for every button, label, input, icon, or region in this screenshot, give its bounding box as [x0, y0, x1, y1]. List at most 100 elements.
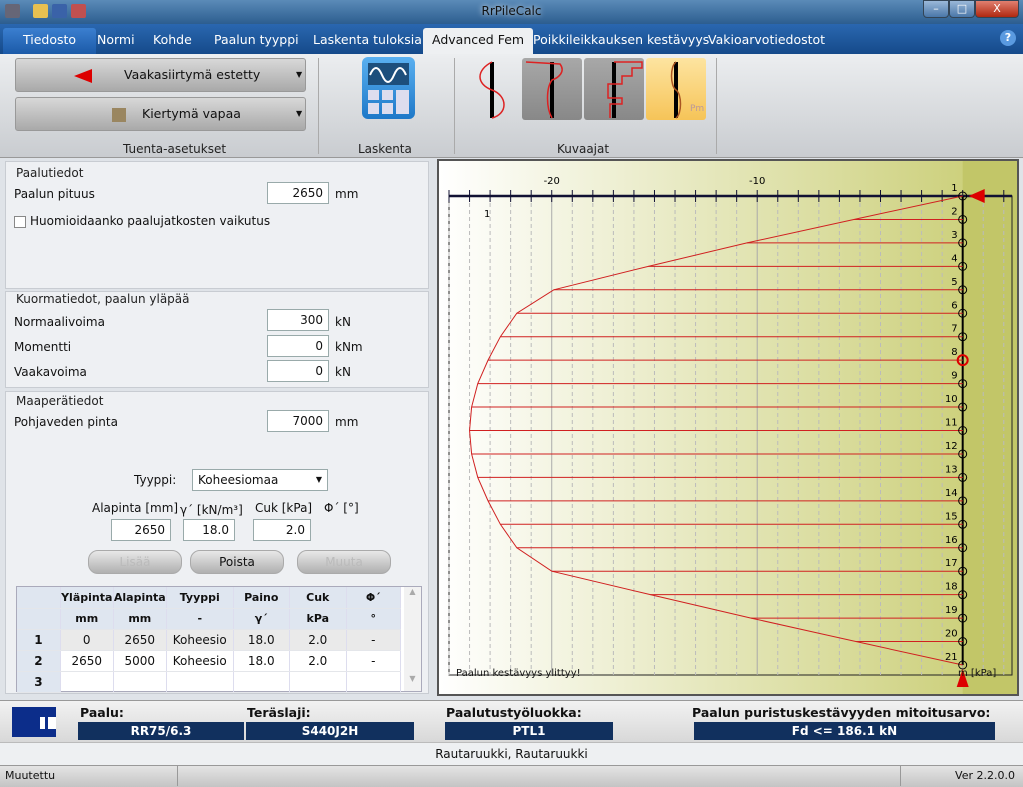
joint-checkbox[interactable] — [14, 216, 26, 228]
graph-shear-button[interactable] — [584, 58, 644, 120]
remove-layer-button[interactable]: Poista — [190, 550, 284, 574]
table-cell — [166, 671, 234, 693]
group-label-laskenta: Laskenta — [358, 142, 412, 156]
divider — [318, 58, 319, 154]
table-cell: 3 — [17, 671, 61, 693]
moment-input[interactable]: 0 — [267, 335, 329, 357]
steel-value: S440J2H — [246, 722, 414, 740]
loads-group: Kuormatiedot, paalun yläpää Normaalivoim… — [5, 291, 429, 388]
soil-pressure-chart: -20 -101123456789101112131415161718192021 — [439, 161, 1017, 694]
table-cell: - — [346, 629, 401, 651]
unit-label: mm — [335, 187, 359, 201]
add-layer-button[interactable]: Lisää — [88, 550, 182, 574]
class-label: Paalutustyöluokka: — [446, 705, 582, 720]
soil-layers-table: Yläpinta Alapinta Tyyppi Paino Cuk Φ´ mm mm - γ´ k… — [16, 586, 422, 693]
tab-vakioarvotiedostot[interactable]: Vakioarvotiedostot — [699, 28, 834, 54]
pile-value: RR75/6.3 — [78, 722, 244, 740]
capacity-label: Paalun puristuskestävyyden mitoitusarvo: — [692, 705, 991, 720]
chevron-down-icon: ▼ — [315, 475, 322, 484]
table-cell: 2650 — [113, 629, 167, 651]
unit-label: kNm — [335, 340, 363, 354]
moment-graph-icon — [525, 61, 563, 119]
status-text: Muutettu — [5, 769, 56, 782]
table-scrollbar[interactable]: ▲ ▼ — [404, 587, 421, 691]
table-cell — [60, 671, 114, 693]
title-bar: RrPileCalc – □ X — [0, 0, 1023, 24]
node-label: 1 — [951, 183, 957, 194]
normal-force-input[interactable]: 300 — [267, 309, 329, 331]
table-cell: 2 — [17, 650, 61, 672]
moment-label: Momentti — [14, 340, 72, 354]
tab-normi[interactable]: Normi — [88, 28, 144, 54]
group-label-kuvaajat: Kuvaajat — [557, 142, 610, 156]
divider — [454, 58, 455, 154]
layers-grid: Yläpinta Alapinta Tyyppi Paino Cuk Φ´ mm mm - γ´ k… — [17, 587, 401, 693]
calculate-button[interactable] — [362, 57, 415, 119]
normal-force-label: Normaalivoima — [14, 315, 105, 329]
maximize-button[interactable]: □ — [949, 0, 975, 18]
displacement-graph-icon — [479, 61, 505, 119]
tab-poikkileikkauksen-kestavyys[interactable]: Poikkileikkauksen kestävyys — [524, 28, 718, 54]
node-label: 8 — [951, 347, 957, 358]
gamma-label: γ´ [kN/m³] — [180, 503, 243, 517]
graph-displacement-button[interactable] — [462, 58, 522, 120]
pile-zone — [962, 161, 1017, 694]
shear-force-label: Vaakavoima — [14, 365, 87, 379]
capacity-value: Fd <= 186.1 kN — [694, 722, 995, 740]
node-label: 18 — [945, 582, 958, 593]
node-label: 17 — [945, 558, 958, 569]
chart-frame: -20 -10 1 1 2 3 4 5 6 7 8 9 10 11 12 13 14 15 16 17 18 19 20 21… — [437, 159, 1019, 696]
node-label: 2 — [951, 206, 957, 217]
horizontal-support-dropdown[interactable]: Vaakasiirtymä estetty ▼ — [15, 58, 306, 92]
table-cell: mm — [113, 608, 167, 630]
gamma-input[interactable]: 18.0 — [183, 519, 235, 541]
support-triangle-icon — [74, 69, 92, 83]
soil-type-select[interactable]: Koheesiomaa ▼ — [192, 469, 328, 491]
table-row[interactable]: 2 2650 5000 Koheesio 18.0 2.0- — [17, 650, 401, 672]
chevron-down-icon: ▼ — [296, 70, 303, 79]
minimize-button[interactable]: – — [923, 0, 949, 18]
table-cell: 18.0 — [233, 650, 291, 672]
node-label: 12 — [945, 441, 958, 452]
status-bar: Muutettu Ver 2.2.0.0 — [0, 765, 1023, 787]
tab-tiedosto[interactable]: Tiedosto — [3, 28, 97, 54]
bottom-label: Alapinta [mm] — [92, 501, 179, 515]
rotation-dropdown[interactable]: Kiertymä vapaa ▼ — [15, 97, 306, 131]
shear-force-input[interactable]: 0 — [267, 360, 329, 382]
pile-length-label: Paalun pituus — [14, 187, 95, 201]
rotation-label: Kiertymä vapaa — [142, 106, 241, 121]
tab-kohde[interactable]: Kohde — [144, 28, 201, 54]
table-cell: - — [166, 608, 234, 630]
close-button[interactable]: X — [975, 0, 1019, 18]
table-row[interactable]: 1 0 2650 Koheesio 18.0 2.0- — [17, 629, 401, 651]
tab-advanced-fem[interactable]: Advanced Fem — [423, 28, 534, 54]
ribbon-tabs: Tiedosto Normi Kohde Paalun tyyppi Laske… — [0, 24, 1023, 54]
divider — [716, 58, 717, 154]
table-cell: 2650 — [60, 650, 114, 672]
tab-laskenta-tuloksia[interactable]: Laskenta tuloksia — [304, 28, 431, 54]
table-cell: Tyyppi — [166, 587, 234, 609]
table-cell — [17, 608, 61, 630]
groundwater-input[interactable]: 7000 — [267, 410, 329, 432]
tab-paalun-tyyppi[interactable]: Paalun tyyppi — [205, 28, 308, 54]
divider — [177, 766, 178, 786]
pile-length-input[interactable]: 2650 — [267, 182, 329, 204]
graph-moment-button[interactable] — [522, 58, 582, 120]
soil-group: Maaperätiedot Pohjaveden pinta 7000 mm T… — [5, 391, 429, 694]
capacity-warning: Paalun kestävyys ylittyy! — [456, 668, 581, 679]
help-icon[interactable]: ? — [1000, 30, 1016, 46]
table-cell: 5000 — [113, 650, 167, 672]
table-cell: Koheesio — [166, 629, 234, 651]
table-row[interactable]: 3 — [17, 671, 401, 693]
table-cell: 1 — [17, 629, 61, 651]
bottom-input[interactable]: 2650 — [111, 519, 171, 541]
chart-background — [439, 161, 1017, 694]
cuk-input[interactable]: 2.0 — [253, 519, 311, 541]
table-cell: 18.0 — [233, 629, 291, 651]
pile-data-header: Paalutiedot — [16, 166, 84, 180]
unit-label: mm — [335, 415, 359, 429]
table-cell: Alapinta — [113, 587, 167, 609]
eu-fi-flag-icon — [12, 707, 56, 737]
edit-layer-button[interactable]: Muuta — [297, 550, 391, 574]
graph-soil-pressure-button[interactable]: Pm — [646, 58, 706, 120]
